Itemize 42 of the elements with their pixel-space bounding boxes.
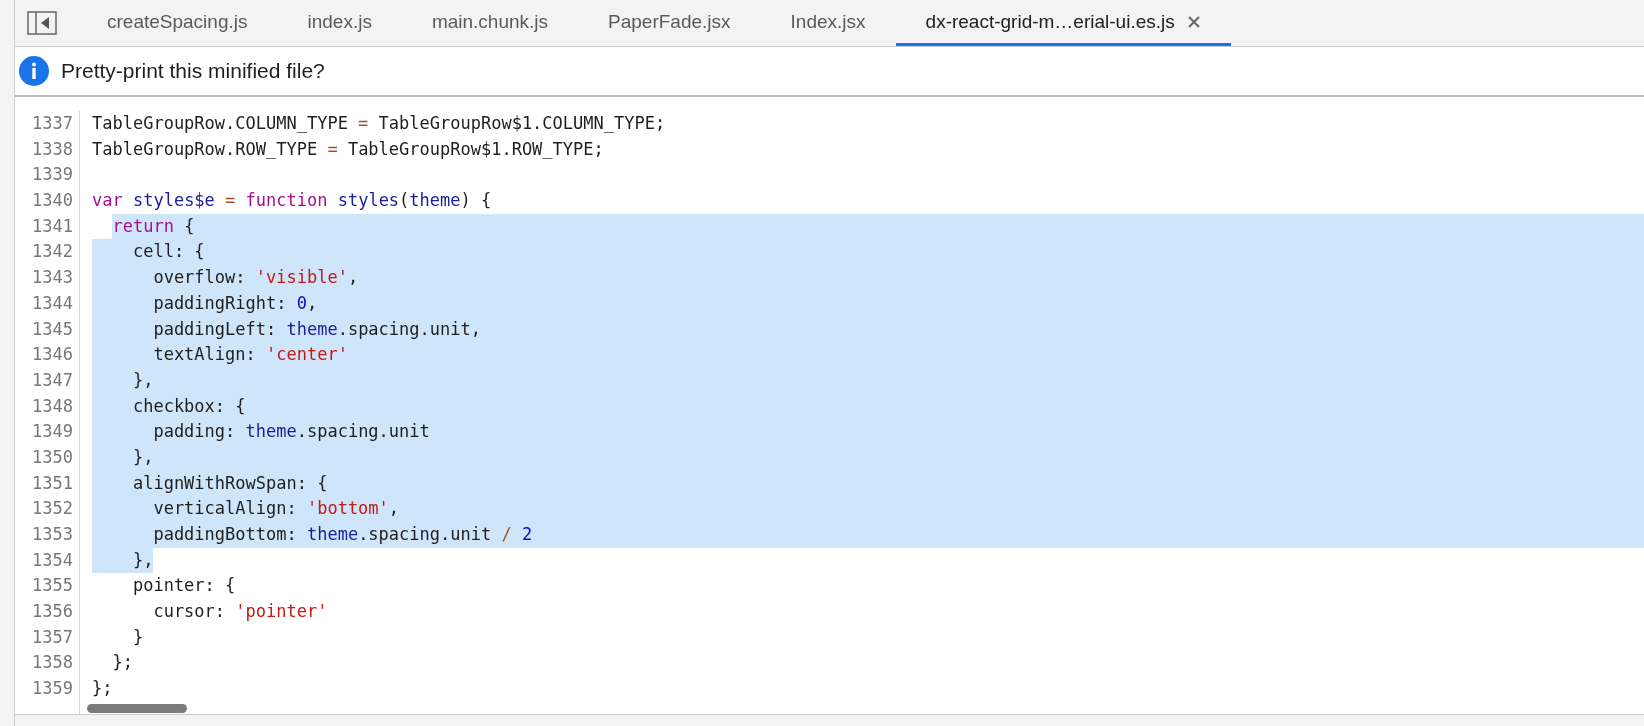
line-number: 1342 <box>31 240 73 264</box>
line-number: 1349 <box>31 420 73 444</box>
line-number: 1358 <box>31 651 73 675</box>
code-line: TableGroupRow.ROW_TYPE = TableGroupRow$1.ROW_TYPE; <box>92 137 604 161</box>
file-tab[interactable]: index.js <box>277 0 402 46</box>
line-number: 1352 <box>31 497 73 521</box>
line-number: 1341 <box>31 214 73 238</box>
line-number: 1351 <box>31 471 73 495</box>
line-number: 1343 <box>31 266 73 290</box>
line-number: 1339 <box>31 163 73 187</box>
code-line: pointer: { <box>131 574 236 598</box>
line-number: 1350 <box>31 445 73 469</box>
code-line: var styles$e = function styles(theme) { <box>92 189 492 213</box>
sidebar-toggle-icon[interactable] <box>27 11 57 35</box>
line-number: 1348 <box>31 394 73 418</box>
line-number: 1354 <box>31 548 73 572</box>
line-number: 1338 <box>31 137 73 161</box>
line-number: 1344 <box>31 291 73 315</box>
code-line: TableGroupRow.COLUMN_TYPE = TableGroupRow$1.COLUMN_TYPE; <box>92 112 666 135</box>
file-tab[interactable]: Index.jsx <box>760 0 896 46</box>
code-line: }; <box>111 651 133 675</box>
line-number: 1353 <box>31 523 73 546</box>
info-icon <box>19 56 49 86</box>
close-icon[interactable] <box>1186 14 1201 29</box>
file-tab[interactable]: PaperFade.jsx <box>578 0 761 46</box>
line-number: 1355 <box>31 574 73 598</box>
line-number: 1347 <box>31 368 73 392</box>
line-number: 1356 <box>31 600 73 624</box>
line-number: 1345 <box>31 317 73 341</box>
line-number: 1337 <box>31 112 73 135</box>
code-line: cursor: 'pointer' <box>152 600 328 624</box>
code-line: }; <box>92 677 113 701</box>
line-number: 1346 <box>31 343 73 367</box>
line-number: 1340 <box>31 189 73 213</box>
scrollbar-thumb[interactable] <box>87 704 187 713</box>
line-number: 1359 <box>31 677 73 701</box>
infobar-message: Pretty-print this minified file? <box>61 59 325 83</box>
code-line: } <box>131 625 144 649</box>
file-tab[interactable]: dx-react-grid-m…erial-ui.es.js <box>895 0 1231 46</box>
file-tab[interactable]: createSpacing.js <box>77 0 278 46</box>
file-tab[interactable]: main.chunk.js <box>401 0 579 46</box>
line-number: 1357 <box>31 625 73 649</box>
